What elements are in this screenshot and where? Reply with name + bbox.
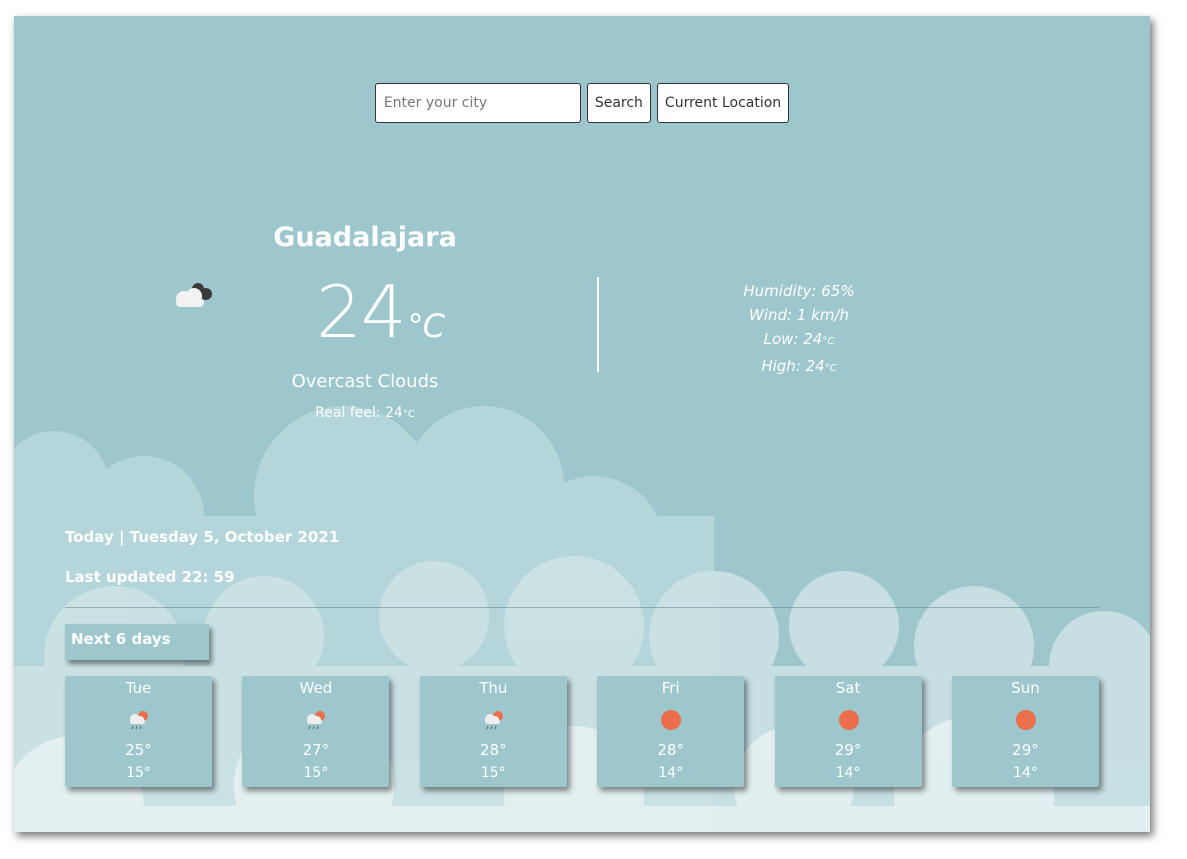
- real-feel-unit: °C: [402, 409, 415, 420]
- forecast-list: Tue 25° 15° Wed 27° 15° Thu 28° 15° Fri …: [65, 676, 1099, 787]
- sun-icon: [838, 710, 859, 730]
- forecast-high: 28°: [657, 741, 684, 759]
- forecast-high: 25°: [125, 741, 152, 759]
- forecast-low: 15°: [126, 765, 151, 781]
- forecast-card-fri: Fri 28° 14°: [597, 676, 745, 787]
- forecast-low: 14°: [658, 765, 684, 781]
- current-location-button[interactable]: Current Location: [656, 83, 790, 123]
- forecast-low: 15°: [480, 765, 506, 781]
- forecast-card-sun: Sun 29° 14°: [951, 676, 1099, 787]
- forecast-high: 27°: [302, 741, 330, 759]
- temperature-value: 24: [316, 270, 407, 354]
- real-feel: Real feel: 24°C: [244, 405, 486, 421]
- forecast-high: 28°: [479, 741, 507, 759]
- forecast-high: 29°: [834, 741, 862, 759]
- low-temperature: Low: 24°C: [694, 327, 904, 354]
- wind: Wind: 1 km/h: [748, 306, 850, 324]
- forecast-card-sat: Sat 29° 14°: [774, 676, 922, 787]
- temperature-unit: °C: [407, 307, 445, 345]
- forecast-card-wed: Wed 27° 15°: [242, 676, 390, 787]
- current-temperature: 24°C: [316, 270, 445, 354]
- forecast-card-thu: Thu 28° 15°: [419, 676, 567, 787]
- last-updated: Last updated 22: 59: [65, 568, 235, 586]
- forecast-day: Fri: [661, 679, 680, 697]
- high-unit: °C: [824, 363, 837, 374]
- forecast-day: Sat: [835, 679, 861, 697]
- forecast-high: 29°: [1012, 741, 1039, 759]
- real-feel-value: Real feel: 24: [315, 405, 403, 421]
- high-value: High: 24: [761, 357, 825, 375]
- search-bar: Search Current Location: [14, 83, 1150, 123]
- city-name: Guadalajara: [273, 222, 457, 253]
- city-search-input[interactable]: [374, 83, 581, 123]
- search-button[interactable]: Search: [586, 83, 651, 123]
- rain-sun-icon: [484, 711, 503, 730]
- weather-app-window: Search Current Location Guadalajara 24°C…: [14, 16, 1150, 832]
- rain-sun-icon: [307, 711, 326, 730]
- today-date: Today | Tuesday 5, October 2021: [65, 528, 340, 546]
- rain-sun-icon: [130, 711, 148, 730]
- sun-icon: [661, 710, 682, 730]
- horizontal-divider: [65, 607, 1099, 608]
- forecast-low: 15°: [303, 765, 329, 781]
- low-value: Low: 24: [763, 330, 823, 348]
- forecast-day: Thu: [479, 679, 508, 697]
- forecast-day: Sun: [1011, 679, 1040, 697]
- weather-description: Overcast Clouds: [291, 371, 439, 392]
- humidity: Humidity: 65%: [743, 282, 855, 300]
- forecast-day: Tue: [125, 679, 152, 697]
- low-unit: °C: [822, 336, 835, 347]
- forecast-card-tue: Tue 25° 15°: [65, 676, 212, 787]
- forecast-day: Wed: [299, 679, 333, 697]
- forecast-title: Next 6 days: [65, 624, 209, 660]
- sun-icon: [1015, 710, 1036, 730]
- weather-details: Humidity: 65% Wind: 1 km/h Low: 24°C Hig…: [694, 279, 904, 381]
- forecast-low: 14°: [1013, 765, 1038, 781]
- overcast-clouds-icon: [176, 283, 212, 307]
- forecast-low: 14°: [835, 765, 861, 781]
- high-temperature: High: 24°C: [694, 354, 904, 381]
- vertical-divider: [597, 277, 599, 372]
